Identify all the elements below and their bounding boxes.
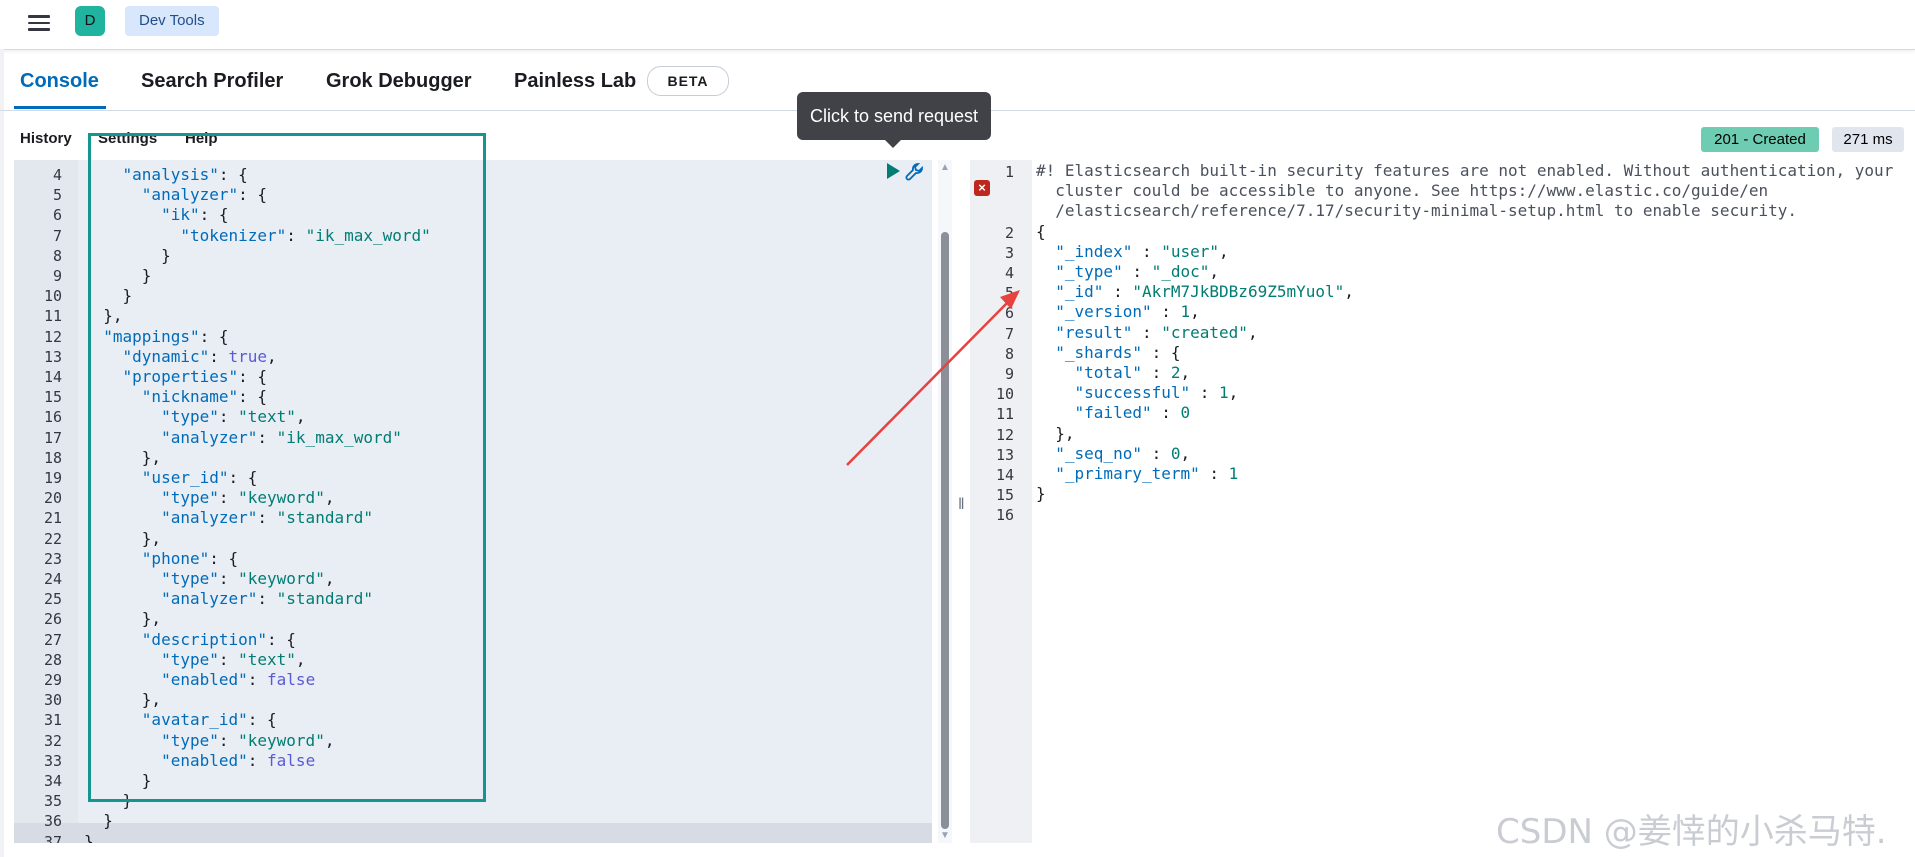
request-line-number: 13 xyxy=(43,347,62,366)
history-link[interactable]: History xyxy=(20,130,72,147)
response-code-line: #! Elasticsearch built-in security featu… xyxy=(1036,161,1894,180)
request-line-number: 24 xyxy=(43,570,62,588)
tab-console[interactable]: Console xyxy=(20,70,99,93)
response-code-line: "_index" : "user", xyxy=(1055,241,1229,261)
request-line-number: 29 xyxy=(43,671,62,689)
request-code-line: } xyxy=(84,811,113,831)
response-code-line: } xyxy=(1036,484,1046,504)
request-line-number: 35 xyxy=(43,792,62,811)
request-line-number: 8 xyxy=(52,246,62,265)
response-line-number: 10 xyxy=(995,385,1014,404)
response-line-number: 4 xyxy=(1004,264,1014,282)
request-line-number: 22 xyxy=(43,529,62,548)
watermark: CSDN @姜悻的小杀马特. xyxy=(1496,812,1887,852)
active-tab-indicator xyxy=(14,106,106,109)
editor-scrollbar-thumb[interactable] xyxy=(941,232,949,829)
request-line-number: 27 xyxy=(43,630,62,649)
response-code-line: "result" : "created", xyxy=(1055,322,1258,342)
request-line-number: 31 xyxy=(43,711,62,730)
request-line-number: 20 xyxy=(43,489,62,508)
request-line-number: 25 xyxy=(43,590,62,609)
request-line-number: 26 xyxy=(43,610,62,629)
request-line-number: 33 xyxy=(43,751,62,770)
response-line-number: 12 xyxy=(995,425,1014,444)
response-line-number: 15 xyxy=(995,486,1014,505)
request-line-number: 9 xyxy=(52,267,62,285)
annotation-highlight-box xyxy=(88,133,486,802)
request-line-number: 34 xyxy=(43,772,62,790)
request-line-number: 6 xyxy=(52,206,62,225)
wrench-icon[interactable] xyxy=(904,161,926,183)
response-line-number: 5 xyxy=(1004,284,1014,303)
response-code-line: "failed" : 0 xyxy=(1074,403,1191,423)
request-line-number: 21 xyxy=(43,509,62,528)
response-line-number: 3 xyxy=(1004,243,1014,262)
request-line-number: 10 xyxy=(43,287,62,306)
response-line-number: 11 xyxy=(995,405,1014,424)
request-line-number: 36 xyxy=(43,812,62,831)
page-left-edge xyxy=(0,49,4,857)
request-line-number: 11 xyxy=(43,307,62,326)
request-line-number: 30 xyxy=(43,691,62,710)
response-code-line: /elasticsearch/reference/7.17/security-m… xyxy=(1036,201,1797,221)
request-line-number: 4 xyxy=(52,166,62,184)
response-line-number: 7 xyxy=(1004,324,1014,343)
response-code-line: "_primary_term" : 1 xyxy=(1055,464,1239,483)
hamburger-menu-icon[interactable] xyxy=(28,12,50,32)
request-line-number: 17 xyxy=(43,428,62,447)
request-line-number: 19 xyxy=(43,469,62,487)
request-line-number: 23 xyxy=(43,549,62,568)
response-code-line: { xyxy=(1036,221,1046,241)
request-line-number: 15 xyxy=(43,388,62,407)
request-line-number: 12 xyxy=(43,327,62,346)
play-icon[interactable] xyxy=(884,162,902,180)
drag-handle-icon[interactable]: ‖ xyxy=(958,496,965,514)
request-line-number: 32 xyxy=(43,731,62,750)
response-line-number: 16 xyxy=(995,506,1014,525)
active-line-highlight xyxy=(14,823,932,843)
tab-painless-lab[interactable]: Painless Lab xyxy=(514,70,636,93)
response-code-line: "_seq_no" : 0, xyxy=(1055,443,1191,463)
response-line-number: 2 xyxy=(1004,223,1014,242)
response-line-number: 9 xyxy=(1004,365,1014,383)
response-time-badge: 271 ms xyxy=(1832,127,1904,152)
beta-badge: BETA xyxy=(647,66,729,96)
tab-grok-debugger[interactable]: Grok Debugger xyxy=(326,70,472,93)
send-request-tooltip: Click to send request xyxy=(797,92,991,148)
response-line-number: 8 xyxy=(1004,344,1014,363)
request-line-number: 28 xyxy=(43,650,62,669)
response-code-line: "_shards" : { xyxy=(1055,342,1181,362)
scroll-up-arrow-icon[interactable]: ▲ xyxy=(940,162,950,173)
request-line-number: 37 xyxy=(43,832,62,843)
response-status-badge: 201 - Created xyxy=(1701,127,1819,152)
response-line-number: 6 xyxy=(1004,304,1014,323)
response-code-line: "successful" : 1, xyxy=(1074,383,1239,403)
response-code-line: cluster could be accessible to anyone. S… xyxy=(1036,181,1769,201)
request-line-number: 7 xyxy=(52,226,62,245)
response-code-line: "total" : 2, xyxy=(1074,363,1191,382)
request-line-number: 5 xyxy=(52,186,62,205)
response-code-line: }, xyxy=(1036,423,1075,443)
warning-close-icon[interactable]: × xyxy=(974,180,990,196)
request-line-number: 14 xyxy=(43,368,62,386)
request-line-number: 18 xyxy=(43,448,62,467)
breadcrumb-dev-tools[interactable]: Dev Tools xyxy=(125,6,219,36)
top-bar: D Dev Tools xyxy=(0,0,1915,50)
response-line-number: 14 xyxy=(995,466,1014,484)
response-code-line: "_id" : "AkrM7JkBDBz69Z5mYuol", xyxy=(1055,282,1354,302)
response-line-number: 1 xyxy=(1004,163,1014,181)
response-code-line: "_type" : "_doc", xyxy=(1055,262,1220,281)
response-line-number: 13 xyxy=(995,445,1014,464)
response-code-line: "_version" : 1, xyxy=(1055,302,1200,322)
space-avatar[interactable]: D xyxy=(75,6,105,36)
scroll-down-arrow-icon[interactable]: ▼ xyxy=(940,830,950,841)
request-line-number: 16 xyxy=(43,408,62,427)
tab-search-profiler[interactable]: Search Profiler xyxy=(141,70,283,93)
request-code-line: } xyxy=(84,831,94,843)
